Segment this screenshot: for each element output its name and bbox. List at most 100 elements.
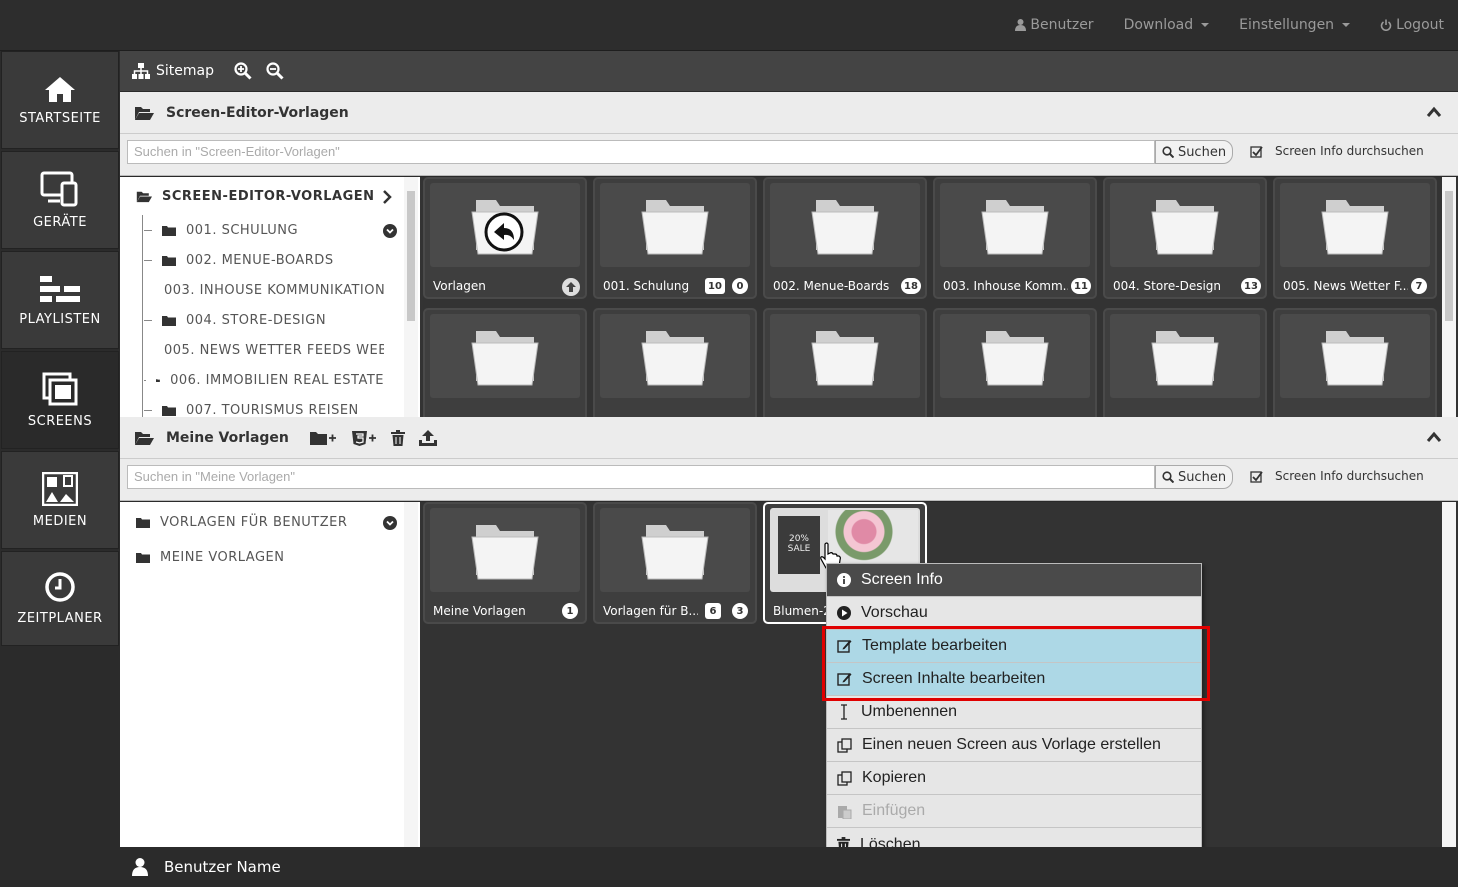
- tree-label: 007. TOURISMUS REISEN: [186, 403, 359, 417]
- new-html5-icon[interactable]: [351, 430, 377, 446]
- power-icon: [1380, 19, 1392, 31]
- folder-tree: VORLAGEN FÜR BENUTZER MEINE VORLAGEN: [120, 502, 420, 847]
- folder-icon: [1151, 331, 1219, 386]
- folder-open-icon: [136, 191, 152, 203]
- tree-item[interactable]: MEINE VORLAGEN: [136, 550, 284, 565]
- collapse-chevron-icon[interactable]: [1426, 431, 1442, 443]
- sitemap-button[interactable]: Sitemap: [132, 63, 214, 79]
- caret-icon: [1342, 23, 1351, 27]
- sidebar-label: MEDIEN: [32, 513, 88, 529]
- tree-item[interactable]: 002. MENUE-BOARDS: [144, 253, 334, 268]
- tree-label: MEINE VORLAGEN: [160, 550, 285, 565]
- chevron-down-circle-icon[interactable]: [383, 516, 397, 530]
- folder-tile[interactable]: [1273, 308, 1437, 417]
- folder-tile[interactable]: Meine Vorlagen 1: [423, 502, 587, 624]
- chevron-down-circle-icon[interactable]: [383, 224, 397, 238]
- menu-label: Screen Info: [861, 571, 943, 588]
- folder-tile[interactable]: 001. Schulung 10 0: [593, 177, 757, 299]
- footer-username: Benutzer Name: [164, 858, 281, 876]
- search-icon: [1162, 146, 1174, 158]
- tree-item[interactable]: 007. TOURISMUS REISEN: [144, 403, 359, 417]
- zoom-out-icon[interactable]: [266, 62, 284, 80]
- sidebar-item-medien[interactable]: MEDIEN: [1, 451, 119, 549]
- folder-icon: [641, 525, 709, 580]
- search-button[interactable]: Suchen: [1155, 140, 1233, 164]
- folder-tile[interactable]: Vorlagen für B... 6 3: [593, 502, 757, 624]
- folder-back-icon: [471, 200, 539, 255]
- sidebar-label: GERÄTE: [33, 214, 87, 230]
- screen-info-checkbox[interactable]: Screen Info durchsuchen: [1250, 144, 1424, 158]
- folder-icon: [162, 226, 176, 236]
- folder-tile[interactable]: 004. Store-Design 13: [1103, 177, 1267, 299]
- download-menu[interactable]: Download: [1124, 17, 1210, 33]
- search-button[interactable]: Suchen: [1155, 465, 1233, 489]
- folder-tile[interactable]: [763, 308, 927, 417]
- tree-scrollbar[interactable]: [404, 177, 418, 417]
- tree-item[interactable]: 003. INHOUSE KOMMUNIKATION: [144, 283, 384, 298]
- panel-header-screen-editor-vorlagen: Screen-Editor-Vorlagen: [120, 92, 1458, 134]
- logout-link[interactable]: Logout: [1380, 17, 1444, 33]
- sidebar-item-screens[interactable]: SCREENS: [1, 351, 119, 449]
- tree-item[interactable]: 004. STORE-DESIGN: [144, 313, 326, 328]
- tree-item[interactable]: 006. IMMOBILIEN REAL ESTATE: [144, 373, 384, 388]
- folder-icon: [162, 406, 176, 416]
- sidebar-item-zeitplaner[interactable]: ZEITPLANER: [1, 551, 119, 646]
- folder-tile[interactable]: [423, 308, 587, 417]
- folder-icon: [471, 331, 539, 386]
- search-row: Suchen in "Screen-Editor-Vorlagen" Suche…: [120, 134, 1458, 176]
- folder-tile[interactable]: [593, 308, 757, 417]
- settings-menu[interactable]: Einstellungen: [1239, 17, 1351, 33]
- user-menu[interactable]: Benutzer: [1015, 17, 1094, 33]
- tree-label: VORLAGEN FÜR BENUTZER: [160, 515, 348, 530]
- folder-tile[interactable]: 005. News Wetter F... 7: [1273, 177, 1437, 299]
- folder-icon: [981, 200, 1049, 255]
- menu-label: Einen neuen Screen aus Vorlage erstellen: [862, 736, 1161, 753]
- search-input[interactable]: Suchen in "Screen-Editor-Vorlagen": [127, 140, 1155, 164]
- toolbar: Sitemap: [120, 51, 1458, 91]
- folder-icon: [981, 331, 1049, 386]
- folder-icon: [1321, 200, 1389, 255]
- sale-sign: 20% SALE: [778, 516, 820, 574]
- sidebar-item-geraete[interactable]: GERÄTE: [1, 151, 119, 249]
- tree-scrollbar[interactable]: [404, 502, 418, 847]
- folder-icon: [641, 331, 709, 386]
- count-badge: 7: [1411, 278, 1427, 294]
- tree-item[interactable]: 001. SCHULUNG: [144, 223, 298, 238]
- panel-title: Screen-Editor-Vorlagen: [166, 104, 349, 121]
- sidebar-item-playlisten[interactable]: PLAYLISTEN: [1, 251, 119, 349]
- tree-item-root[interactable]: SCREEN-EDITOR-VORLAGEN: [136, 189, 375, 204]
- home-icon: [45, 76, 75, 102]
- footer-user[interactable]: Benutzer Name: [120, 847, 1458, 887]
- zoom-in-icon[interactable]: [234, 62, 252, 80]
- upload-icon[interactable]: [418, 429, 437, 446]
- chevron-right-icon[interactable]: [382, 190, 392, 204]
- collapse-chevron-icon[interactable]: [1426, 106, 1442, 118]
- folder-tile[interactable]: 003. Inhouse Komm... 11: [933, 177, 1097, 299]
- tree-item[interactable]: 005. NEWS WETTER FEEDS WEB: [144, 343, 384, 358]
- new-folder-icon[interactable]: [309, 430, 337, 446]
- panel-title: Meine Vorlagen: [166, 429, 289, 446]
- checkbox-label: Screen Info durchsuchen: [1275, 469, 1424, 483]
- screen-info-checkbox[interactable]: Screen Info durchsuchen: [1250, 469, 1424, 483]
- folder-tile[interactable]: [1103, 308, 1267, 417]
- folder-icon: [811, 331, 879, 386]
- tile-label: Meine Vorlagen: [433, 604, 526, 618]
- trash-icon[interactable]: [390, 429, 405, 446]
- search-input[interactable]: Suchen in "Meine Vorlagen": [127, 465, 1155, 489]
- grid-scrollbar[interactable]: [1442, 502, 1456, 847]
- tile-label: 004. Store-Design: [1113, 279, 1222, 293]
- sitemap-icon: [132, 63, 150, 79]
- folder-tile[interactable]: Vorlagen: [423, 177, 587, 299]
- count-badge: 18: [901, 278, 921, 294]
- menu-item-screen-info[interactable]: Screen Info: [827, 564, 1201, 597]
- grid-scrollbar[interactable]: [1442, 177, 1456, 417]
- folder-tile[interactable]: [933, 308, 1097, 417]
- menu-item-kopieren[interactable]: Kopieren: [827, 762, 1201, 795]
- folder-tile[interactable]: 002. Menue-Boards 18: [763, 177, 927, 299]
- checkbox-icon: [1250, 145, 1263, 158]
- sitemap-label: Sitemap: [156, 63, 214, 79]
- tree-label: 003. INHOUSE KOMMUNIKATION: [164, 283, 384, 298]
- sidebar-item-startseite[interactable]: STARTSEITE: [1, 51, 119, 149]
- tree-item[interactable]: VORLAGEN FÜR BENUTZER: [136, 515, 347, 530]
- menu-item-neuer-screen[interactable]: Einen neuen Screen aus Vorlage erstellen: [827, 729, 1201, 762]
